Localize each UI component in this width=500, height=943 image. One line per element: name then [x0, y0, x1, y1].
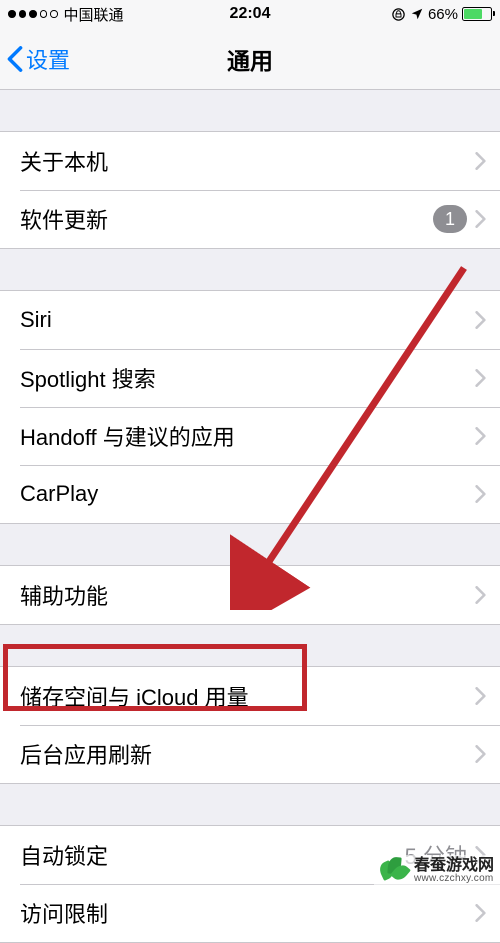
cell-label: 后台应用刷新: [20, 738, 475, 770]
watermark-url: www.czchxy.com: [414, 874, 494, 884]
location-icon: [410, 7, 424, 21]
cell-restrictions[interactable]: 访问限制: [0, 884, 500, 942]
settings-group: 关于本机 软件更新 1: [0, 131, 500, 249]
chevron-right-icon: [475, 427, 486, 445]
chevron-right-icon: [475, 152, 486, 170]
status-right: 66%: [391, 6, 492, 23]
cell-label: CarPlay: [20, 481, 475, 507]
chevron-right-icon: [475, 210, 486, 228]
page-title: 通用: [227, 42, 273, 76]
cell-carplay[interactable]: CarPlay: [0, 465, 500, 523]
chevron-right-icon: [475, 687, 486, 705]
cell-software-update[interactable]: 软件更新 1: [0, 190, 500, 248]
chevron-right-icon: [475, 311, 486, 329]
cell-background-refresh[interactable]: 后台应用刷新: [0, 725, 500, 783]
nav-bar: 设置 通用: [0, 28, 500, 90]
watermark-logo-icon: [380, 857, 408, 885]
cell-label: Handoff 与建议的应用: [20, 420, 475, 452]
cell-spotlight[interactable]: Spotlight 搜索: [0, 349, 500, 407]
chevron-right-icon: [475, 904, 486, 922]
carrier-label: 中国联通: [64, 4, 124, 25]
settings-group: 辅助功能: [0, 565, 500, 625]
back-button[interactable]: 设置: [6, 43, 70, 75]
settings-group: Siri Spotlight 搜索 Handoff 与建议的应用 CarPlay: [0, 290, 500, 524]
cell-storage-icloud[interactable]: 储存空间与 iCloud 用量: [0, 667, 500, 725]
battery-icon: [462, 7, 492, 21]
chevron-left-icon: [6, 45, 24, 73]
status-bar: 中国联通 22:04 66%: [0, 0, 500, 28]
cell-accessibility[interactable]: 辅助功能: [0, 566, 500, 624]
clock-label: 22:04: [230, 5, 271, 23]
cell-label: 访问限制: [20, 897, 475, 929]
watermark: 春蚕游戏网 www.czchxy.com: [374, 855, 500, 887]
battery-percent-label: 66%: [428, 6, 458, 23]
cell-label: Siri: [20, 307, 475, 333]
cell-label: 软件更新: [20, 203, 433, 235]
orientation-lock-icon: [391, 7, 406, 22]
update-badge: 1: [433, 205, 467, 233]
chevron-right-icon: [475, 586, 486, 604]
cell-handoff[interactable]: Handoff 与建议的应用: [0, 407, 500, 465]
cell-label: Spotlight 搜索: [20, 362, 475, 394]
chevron-right-icon: [475, 369, 486, 387]
cell-label: 辅助功能: [20, 579, 475, 611]
cell-label: 储存空间与 iCloud 用量: [20, 680, 475, 712]
back-label: 设置: [26, 43, 70, 75]
cell-about[interactable]: 关于本机: [0, 132, 500, 190]
chevron-right-icon: [475, 485, 486, 503]
chevron-right-icon: [475, 745, 486, 763]
cell-label: 自动锁定: [20, 839, 405, 871]
watermark-name: 春蚕游戏网: [414, 858, 494, 874]
signal-strength-icon: [8, 10, 58, 18]
settings-group: 储存空间与 iCloud 用量 后台应用刷新: [0, 666, 500, 784]
cell-label: 关于本机: [20, 145, 475, 177]
cell-siri[interactable]: Siri: [0, 291, 500, 349]
status-left: 中国联通: [8, 4, 124, 25]
